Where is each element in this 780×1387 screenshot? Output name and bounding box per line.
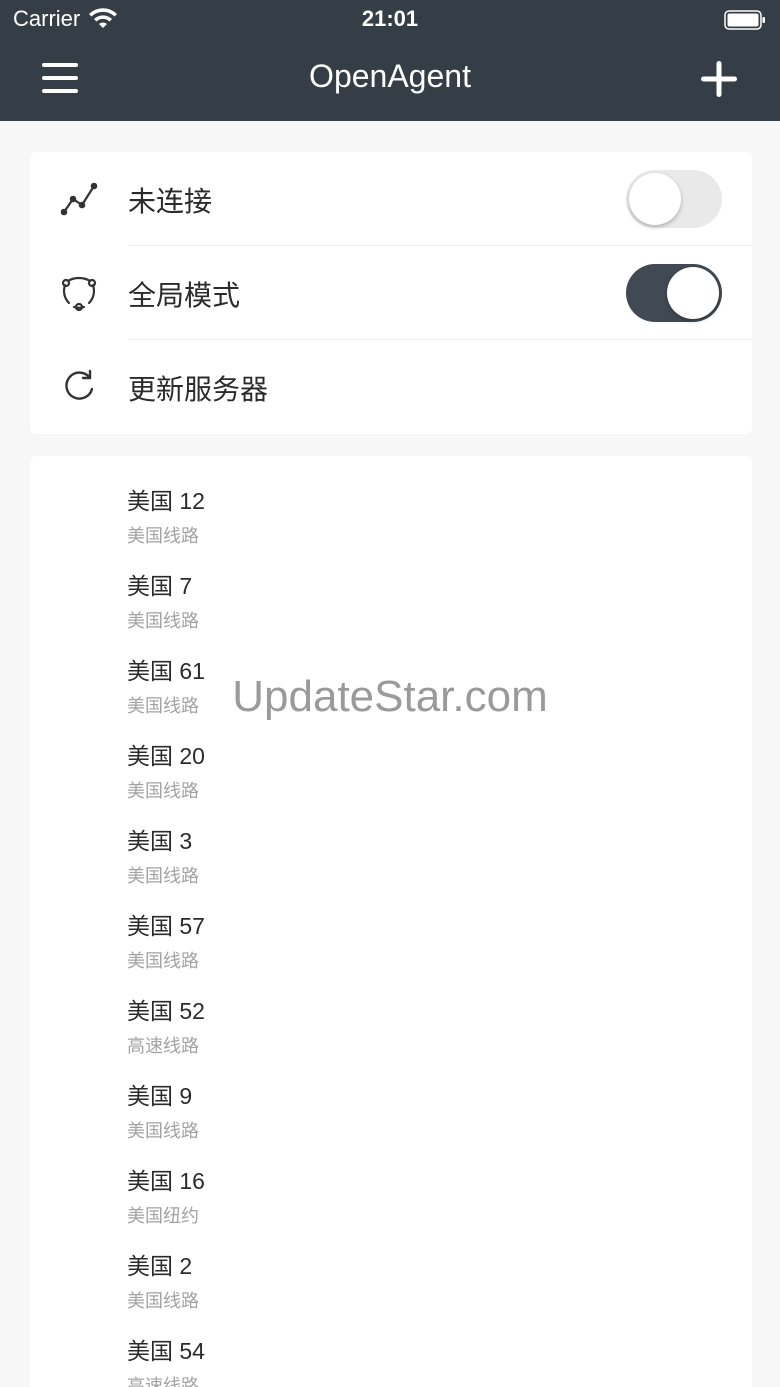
server-name: 美国 2 xyxy=(127,1253,193,1279)
server-name: 美国 61 xyxy=(127,658,205,684)
server-item[interactable]: 美国 52 高速线路 xyxy=(30,966,752,1057)
page-title: OpenAgent xyxy=(309,58,471,94)
server-item[interactable]: 美国 9 美国线路 xyxy=(30,1051,752,1142)
server-item[interactable]: 美国 57 美国线路 xyxy=(30,881,752,972)
status-time: 21:01 xyxy=(361,6,419,31)
toggle-knob xyxy=(667,267,719,319)
server-item[interactable]: 美国 54 高速线路 xyxy=(30,1306,752,1387)
toggle-knob xyxy=(629,173,681,225)
server-item[interactable]: 美国 61 美国线路 xyxy=(30,626,752,717)
server-name: 美国 12 xyxy=(127,488,205,514)
connection-toggle[interactable] xyxy=(626,170,722,228)
server-item[interactable]: 美国 3 美国线路 xyxy=(30,796,752,887)
server-name: 美国 9 xyxy=(127,1083,193,1109)
battery-icon xyxy=(724,10,765,30)
nav-bar: OpenAgent xyxy=(0,40,780,121)
top-bar: Carrier 21:01 OpenAgent xyxy=(0,0,780,121)
server-name: 美国 52 xyxy=(127,998,205,1024)
server-route: 高速线路 xyxy=(127,1376,199,1387)
update-servers-row[interactable]: 更新服务器 xyxy=(30,340,752,434)
add-server-button[interactable] xyxy=(696,56,742,102)
chart-line-icon xyxy=(58,178,100,220)
server-name: 美国 7 xyxy=(127,573,193,599)
status-bar: Carrier 21:01 xyxy=(0,0,780,40)
global-mode-row: 全局模式 xyxy=(30,246,752,340)
server-item[interactable]: 美国 7 美国线路 xyxy=(30,541,752,632)
server-name: 美国 57 xyxy=(127,913,205,939)
plus-icon xyxy=(701,61,737,97)
update-servers-label: 更新服务器 xyxy=(128,373,269,406)
globe-shield-icon xyxy=(58,272,100,314)
settings-card: 未连接 全局模式 更新服务器 xyxy=(30,152,752,434)
server-item[interactable]: 美国 20 美国线路 xyxy=(30,711,752,802)
refresh-icon xyxy=(58,366,100,408)
server-list: 美国 12 美国线路 美国 7 美国线路 美国 61 美国线路 美国 20 美国… xyxy=(30,456,752,1387)
server-item[interactable]: 美国 16 美国纽约 xyxy=(30,1136,752,1227)
server-name: 美国 54 xyxy=(127,1338,205,1364)
server-name: 美国 3 xyxy=(127,828,193,854)
server-name: 美国 16 xyxy=(127,1168,205,1194)
global-mode-toggle[interactable] xyxy=(626,264,722,322)
connection-row: 未连接 xyxy=(30,152,752,246)
server-name: 美国 20 xyxy=(127,743,205,769)
global-mode-label: 全局模式 xyxy=(128,279,241,312)
connection-status-label: 未连接 xyxy=(128,185,213,218)
server-item[interactable]: 美国 2 美国线路 xyxy=(30,1221,752,1312)
server-item[interactable]: 美国 12 美国线路 xyxy=(30,456,752,547)
